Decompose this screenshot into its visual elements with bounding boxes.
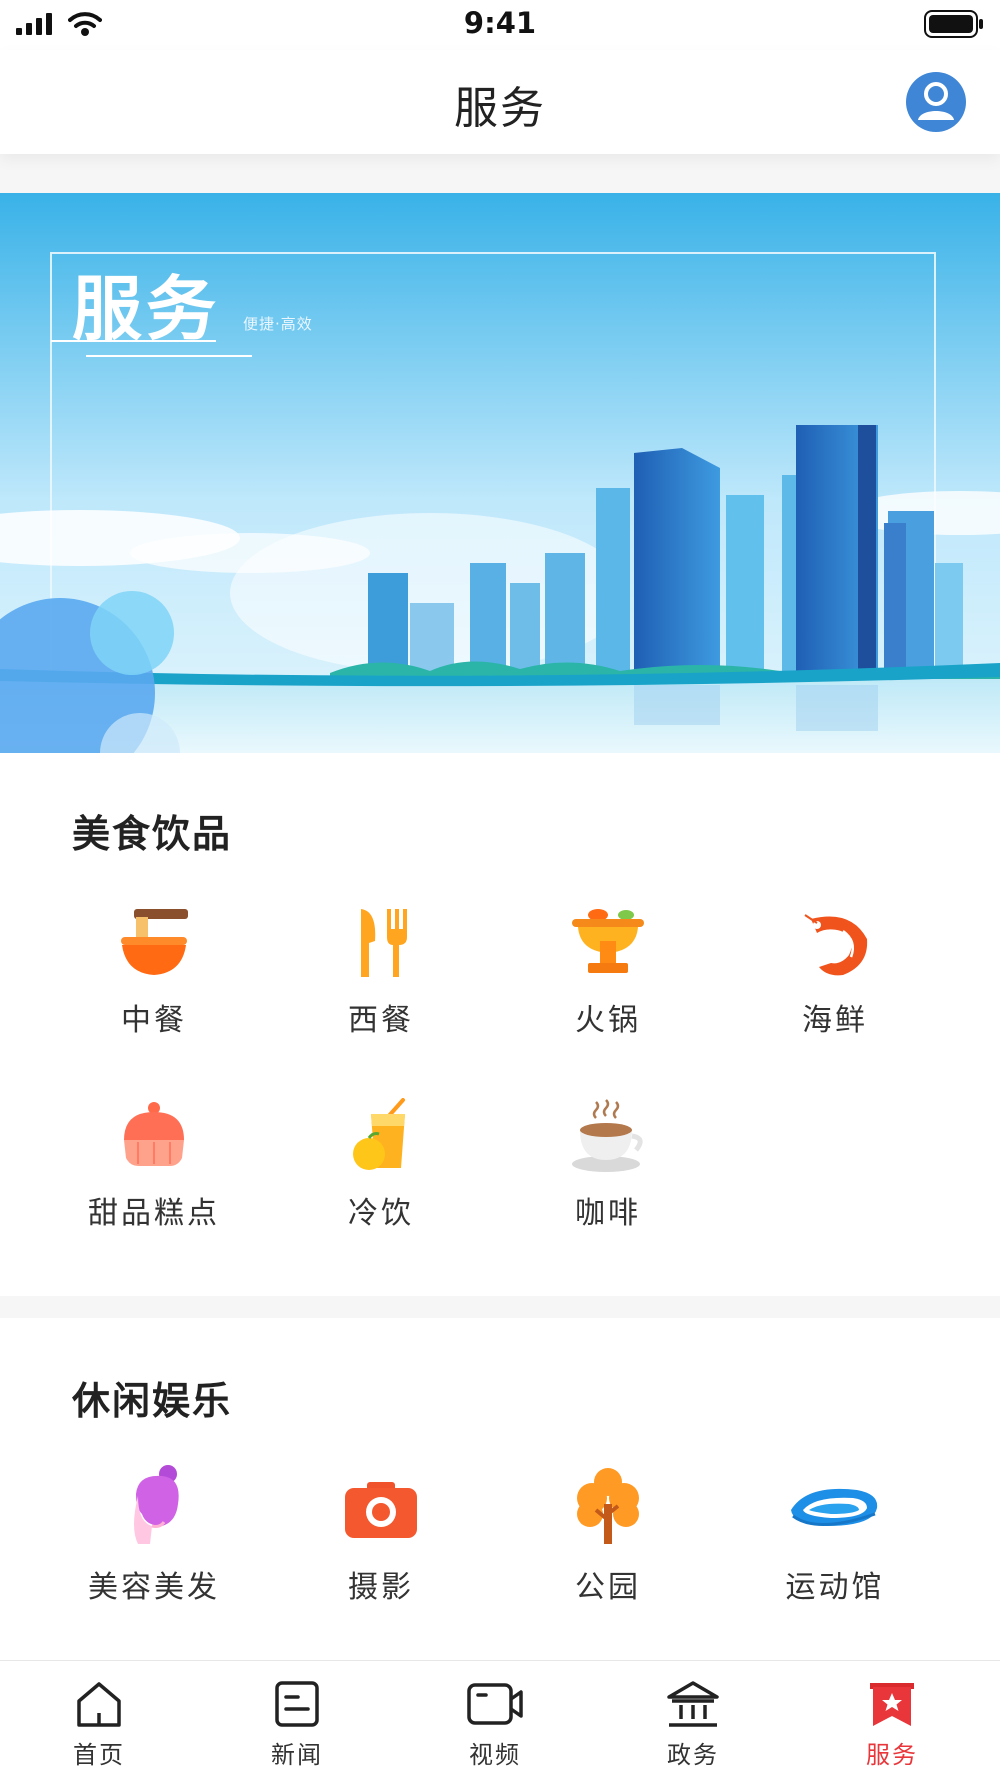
service-item-seafood[interactable]: 海鲜 [735, 905, 935, 1039]
noodle-bowl-icon [121, 909, 188, 975]
service-item-chinese-food[interactable]: 中餐 [54, 905, 254, 1039]
service-bookmark-icon [870, 1683, 914, 1726]
tab-government[interactable]: 政务 [623, 1679, 763, 1770]
camera-icon [345, 1482, 417, 1538]
service-item-coffee[interactable]: 咖啡 [508, 1098, 708, 1232]
page-title: 服务 [454, 83, 546, 134]
leisure-entertainment-section: 休闲娱乐 美容美发 摄影 公园 运动馆 [0, 1318, 1000, 1660]
service-item-cold-drinks[interactable]: 冷饮 [281, 1098, 481, 1232]
clock: 9:41 [463, 6, 537, 40]
tab-service[interactable]: 服务 [822, 1679, 962, 1770]
bottom-tab-bar: 首页 新闻 视频 政务 服务 [0, 1660, 1000, 1778]
cake-icon [124, 1102, 184, 1166]
service-item-hotpot[interactable]: 火锅 [508, 905, 708, 1039]
food-drink-section: 美食饮品 中餐 西餐 火锅 海鲜 甜品糕点 冷饮 咖啡 [0, 753, 1000, 1296]
service-item-label: 美容美发 [88, 1570, 220, 1605]
home-icon [77, 1682, 121, 1727]
tab-label: 首页 [73, 1741, 125, 1769]
service-item-label: 中餐 [121, 1003, 187, 1038]
section-title: 美食饮品 [72, 812, 233, 856]
service-item-label: 公园 [575, 1570, 641, 1605]
battery-icon [924, 10, 983, 38]
service-item-beauty-salon[interactable]: 美容美发 [54, 1464, 254, 1606]
hair-salon-icon [134, 1465, 179, 1544]
service-item-dessert[interactable]: 甜品糕点 [54, 1098, 254, 1232]
tab-home[interactable]: 首页 [29, 1679, 169, 1770]
hotpot-icon [572, 909, 644, 973]
fork-knife-icon [361, 909, 407, 977]
tab-label: 视频 [469, 1741, 521, 1769]
service-item-western-food[interactable]: 西餐 [281, 905, 481, 1039]
service-item-sports-venue[interactable]: 运动馆 [735, 1464, 935, 1606]
shrimp-icon [804, 914, 868, 976]
banner-title: 服务 [72, 267, 220, 350]
service-item-park[interactable]: 公园 [508, 1464, 708, 1606]
service-banner[interactable]: 服务 便捷·高效 [0, 193, 1000, 753]
section-title: 休闲娱乐 [72, 1379, 233, 1423]
status-bar: 9:41 [0, 0, 1000, 50]
coffee-cup-icon [572, 1099, 643, 1172]
user-avatar-icon[interactable] [904, 70, 968, 134]
service-item-label: 冷饮 [348, 1196, 414, 1231]
news-icon [275, 1681, 319, 1727]
service-item-label: 西餐 [348, 1003, 414, 1038]
tab-news[interactable]: 新闻 [227, 1679, 367, 1770]
juice-icon [353, 1098, 405, 1170]
video-camera-icon [467, 1683, 523, 1725]
service-item-label: 火锅 [575, 1003, 641, 1038]
tab-label: 服务 [866, 1741, 918, 1769]
nav-bar: 服务 [0, 50, 1000, 154]
tab-video[interactable]: 视频 [425, 1679, 565, 1770]
tab-label: 新闻 [271, 1741, 323, 1769]
service-item-label: 海鲜 [802, 1003, 868, 1038]
service-item-label: 摄影 [348, 1570, 414, 1605]
banner-subtitle: 便捷·高效 [243, 315, 313, 333]
tree-icon [577, 1468, 639, 1544]
service-item-label: 甜品糕点 [88, 1196, 220, 1231]
stadium-icon [791, 1488, 878, 1526]
service-item-label: 运动馆 [785, 1570, 885, 1605]
government-building-icon [667, 1681, 719, 1727]
tab-label: 政务 [667, 1741, 719, 1769]
service-item-label: 咖啡 [575, 1196, 641, 1231]
service-item-photography[interactable]: 摄影 [281, 1464, 481, 1606]
